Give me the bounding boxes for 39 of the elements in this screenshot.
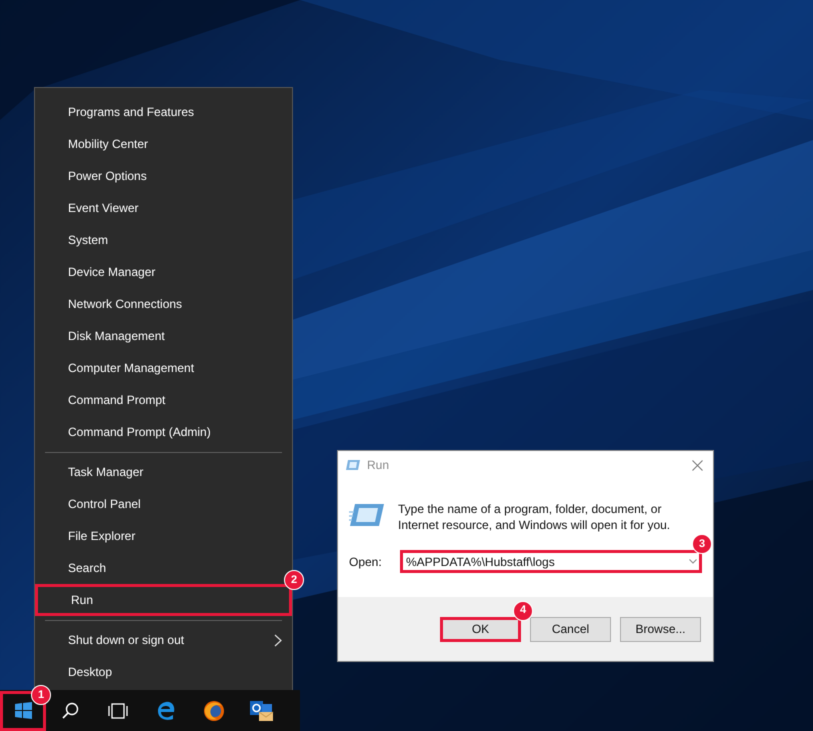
menu-item[interactable]: Device Manager	[35, 256, 292, 288]
chevron-right-icon	[274, 634, 282, 646]
open-field[interactable]: %APPDATA%\Hubstaff\logs	[400, 550, 702, 573]
menu-item[interactable]: Command Prompt (Admin)	[35, 416, 292, 448]
instruction-text: Type the name of a program, folder, document, or Internet resource, and Windows will open it for you.	[398, 501, 672, 533]
task-view-icon[interactable]	[107, 702, 129, 718]
window-title: Run	[367, 457, 390, 474]
search-icon[interactable]	[62, 702, 78, 719]
menu-item[interactable]: Command Prompt	[35, 384, 292, 416]
browser-e-icon[interactable]	[156, 700, 176, 720]
menu-item[interactable]: Shut down or sign out	[35, 624, 292, 656]
run-app-icon	[349, 503, 385, 527]
fox-globe-icon[interactable]	[203, 700, 225, 722]
menu-item[interactable]: Control Panel	[35, 488, 292, 520]
start-button[interactable]	[0, 690, 46, 730]
menu-item[interactable]: Computer Management	[35, 352, 292, 384]
dialog-button[interactable]: Browse...	[620, 616, 701, 642]
menu-item[interactable]: Power Options	[35, 160, 292, 192]
menu-item[interactable]: Run	[35, 584, 292, 616]
run-app-icon	[345, 459, 361, 471]
dialog-button[interactable]: Cancel	[530, 616, 611, 642]
menu-item[interactable]: Event Viewer	[35, 192, 292, 224]
menu-item[interactable]: Desktop	[35, 660, 292, 684]
step-number-badge: 4	[513, 600, 533, 620]
menu-item[interactable]: Network Connections	[35, 288, 292, 320]
menu-item[interactable]: Programs and Features	[35, 96, 292, 128]
step-number-badge: 2	[284, 570, 304, 590]
windows-logo-icon	[14, 702, 32, 719]
dialog-button[interactable]: OK	[440, 616, 521, 642]
menu-item[interactable]: System	[35, 224, 292, 256]
menu-item[interactable]: Disk Management	[35, 320, 292, 352]
step-number-badge: 1	[31, 685, 51, 705]
menu-item[interactable]: Mobility Center	[35, 128, 292, 160]
menu-item[interactable]: File Explorer	[35, 520, 292, 552]
menu-item[interactable]: Task Manager	[35, 456, 292, 488]
open-label: Open:	[349, 554, 383, 570]
close-icon[interactable]	[692, 460, 703, 470]
mail-app-icon[interactable]	[250, 700, 274, 722]
step-number-badge: 3	[692, 534, 712, 554]
